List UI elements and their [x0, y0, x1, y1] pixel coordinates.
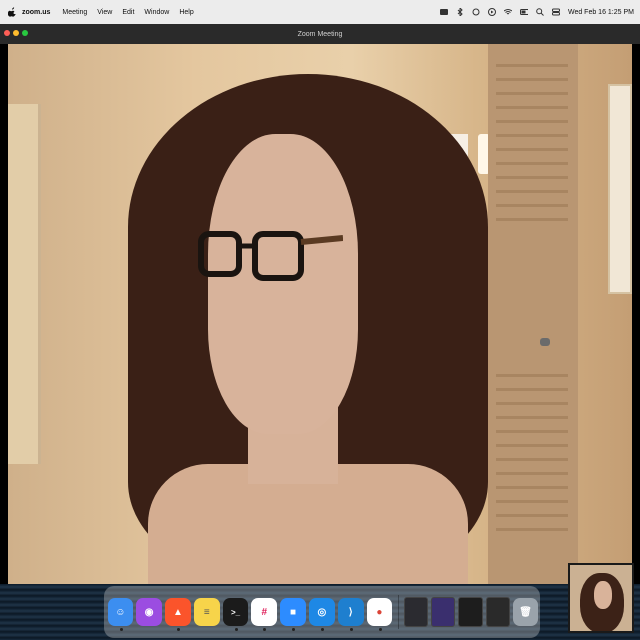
video-status-icon[interactable]: [439, 8, 448, 16]
person-glasses: [198, 231, 343, 281]
dock: ☺ ◉ ▲ ≡ >_ # ■ ◎ ⟩ ● 🗑: [104, 586, 540, 638]
minimize-button[interactable]: [13, 30, 19, 36]
search-icon[interactable]: [536, 8, 544, 16]
dock-minimized-window-1[interactable]: [404, 597, 429, 627]
dock-terminal-icon[interactable]: >_: [222, 598, 249, 631]
fullscreen-button[interactable]: [22, 30, 28, 36]
title-bar: Zoom Meeting: [0, 24, 640, 44]
zoom-window: Zoom Meeting: [0, 24, 640, 584]
dock-minimized-window-2[interactable]: [431, 597, 456, 627]
menu-meeting[interactable]: Meeting: [62, 9, 87, 16]
app-menu[interactable]: zoom.us: [22, 9, 50, 16]
dock-trash-icon[interactable]: 🗑: [512, 598, 539, 626]
dock-podcasts-icon[interactable]: ◉: [136, 598, 163, 626]
window-title: Zoom Meeting: [297, 30, 343, 38]
dock-zoom-icon[interactable]: ■: [280, 598, 306, 631]
bluetooth-icon[interactable]: [456, 8, 464, 16]
menu-view[interactable]: View: [97, 9, 112, 16]
menu-clock[interactable]: Wed Feb 16 1:25 PM: [568, 9, 634, 16]
video-window-trim: [8, 104, 41, 464]
control-center-icon[interactable]: [551, 8, 560, 16]
dock-brave-icon[interactable]: ▲: [165, 598, 191, 631]
wifi-icon[interactable]: [503, 8, 512, 16]
menu-help[interactable]: Help: [179, 9, 193, 16]
dock-notes-icon[interactable]: ≡: [193, 598, 220, 626]
dock-minimized-window-4[interactable]: [485, 597, 510, 627]
video-doorknob: [540, 338, 550, 346]
dock-separator: [397, 595, 399, 629]
self-view-thumbnail[interactable]: [568, 563, 634, 633]
close-button[interactable]: [4, 30, 10, 36]
dock-minimized-window-3[interactable]: [458, 597, 483, 627]
battery-icon[interactable]: [519, 8, 528, 16]
participant-video[interactable]: [8, 44, 632, 584]
dock-finder-icon[interactable]: ☺: [107, 598, 134, 631]
menu-window[interactable]: Window: [144, 9, 169, 16]
dock-vscode-icon[interactable]: ⟩: [337, 598, 364, 631]
video-door: [488, 44, 578, 584]
video-wall-frame: [608, 84, 632, 294]
play-icon[interactable]: [487, 8, 496, 16]
menu-edit[interactable]: Edit: [122, 9, 134, 16]
dock-slack-icon[interactable]: #: [251, 598, 278, 631]
apple-icon[interactable]: [8, 7, 16, 17]
dock-chrome-icon[interactable]: ●: [366, 598, 393, 631]
dock-safari-icon[interactable]: ◎: [308, 598, 335, 631]
status-area: Wed Feb 16 1:25 PM: [439, 0, 634, 24]
menu-bar: zoom.us Meeting View Edit Window Help We…: [0, 0, 640, 24]
focus-icon[interactable]: [472, 8, 480, 16]
